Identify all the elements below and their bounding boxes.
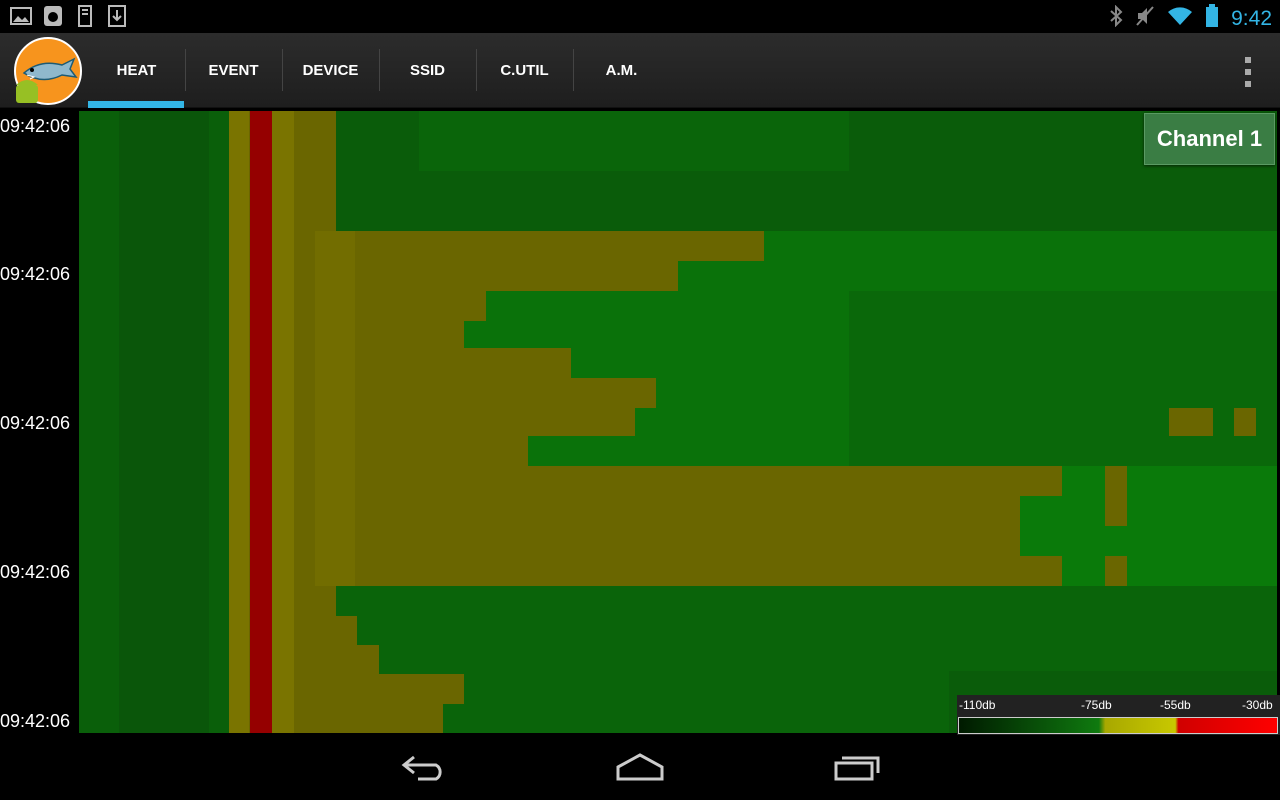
time-label: 09:42:06 [0,264,71,284]
tab-c-util[interactable]: C.UTIL [476,33,573,108]
legend-gradient-bar [958,717,1278,734]
heatmap [79,111,1277,733]
wifi-icon [1167,6,1193,31]
bluetooth-icon [1109,4,1123,32]
time-label: 09:42:06 [0,562,71,582]
heatmap-panel: 09:42:06 09:42:06 09:42:06 09:42:06 09:4… [0,108,1280,735]
legend-label: -75db [1081,698,1112,712]
back-icon[interactable] [394,745,454,789]
time-label: 09:42:06 [0,116,71,136]
mute-icon [1135,5,1155,32]
recent-apps-icon[interactable] [826,745,886,789]
legend-label: -30db [1242,698,1273,712]
app-logo-icon[interactable] [12,37,84,107]
action-bar: HEAT EVENT DEVICE SSID C.UTIL A.M. [0,33,1280,108]
gallery-icon [10,5,32,27]
status-bar: 9:42 [0,0,1280,33]
sd-card-icon [74,5,96,27]
tab-heat[interactable]: HEAT [88,33,185,108]
color-legend: -110db -75db -55db -30db [957,695,1280,735]
sync-icon [42,5,64,27]
tab-device[interactable]: DEVICE [282,33,379,108]
clock: 9:42 [1231,6,1272,30]
channel-button[interactable]: Channel 1 [1144,113,1275,165]
overflow-menu-icon[interactable] [1244,57,1252,87]
legend-label: -110db [959,698,996,712]
navigation-bar [0,735,1280,800]
home-icon[interactable] [610,745,670,789]
battery-icon [1205,4,1219,33]
legend-label: -55db [1160,698,1191,712]
tab-event[interactable]: EVENT [185,33,282,108]
tab-ssid[interactable]: SSID [379,33,476,108]
tab-am[interactable]: A.M. [573,33,670,108]
time-label: 09:42:06 [0,711,71,731]
download-icon [106,5,128,27]
time-label: 09:42:06 [0,413,71,433]
